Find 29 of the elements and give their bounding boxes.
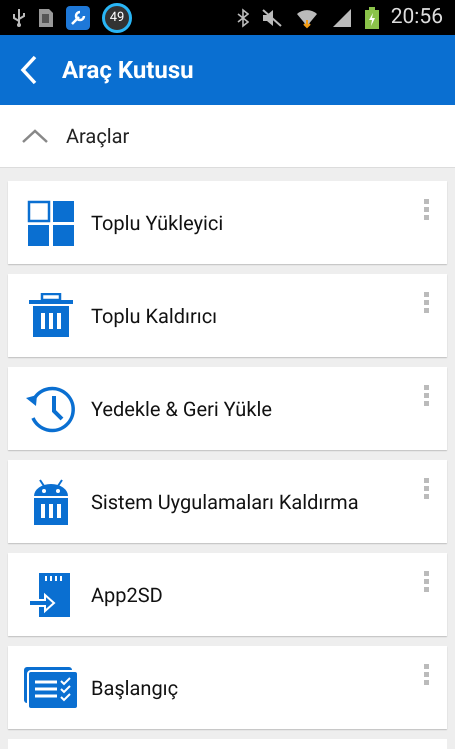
tool-card[interactable]: Başlangıç [8, 646, 447, 729]
tool-card[interactable]: App2SD [8, 553, 447, 636]
signal-icon [330, 8, 353, 28]
screen-title: Araç Kutusu [62, 55, 194, 86]
section-title[interactable]: Araçlar [66, 121, 130, 151]
tool-card[interactable]: Toplu Yükleyici [8, 181, 447, 264]
wrench-icon [66, 6, 90, 30]
tool-label: Başlangıç [91, 674, 180, 700]
trash-icon [28, 292, 74, 338]
clock-time: 20:56 [390, 4, 443, 31]
tool-label: Yedekle & Geri Yükle [91, 396, 273, 422]
back-button[interactable] [20, 55, 38, 85]
sd-card-icon [38, 8, 54, 28]
grid-icon [27, 200, 75, 246]
tool-card[interactable]: Yedekle & Geri Yükle [8, 367, 447, 450]
notification-count: 49 [102, 2, 132, 32]
muted-speaker-icon [260, 8, 283, 28]
tool-label: App2SD [91, 582, 164, 608]
checklist-cards-icon [23, 666, 79, 710]
tool-label: Toplu Yükleyici [91, 210, 224, 236]
tool-card[interactable]: Toplu Kaldırıcı [8, 274, 447, 357]
tool-label: Toplu Kaldırıcı [91, 302, 218, 328]
tool-card[interactable]: Sistem Uygulamaları Kaldırma [8, 460, 447, 543]
usb-icon [12, 8, 26, 28]
tool-label: Sistem Uygulamaları Kaldırma [91, 488, 360, 514]
clock-arrow-icon [25, 384, 77, 432]
bluetooth-icon [236, 8, 249, 28]
chevron-icon[interactable] [20, 127, 50, 145]
battery-charging-icon [364, 6, 379, 28]
